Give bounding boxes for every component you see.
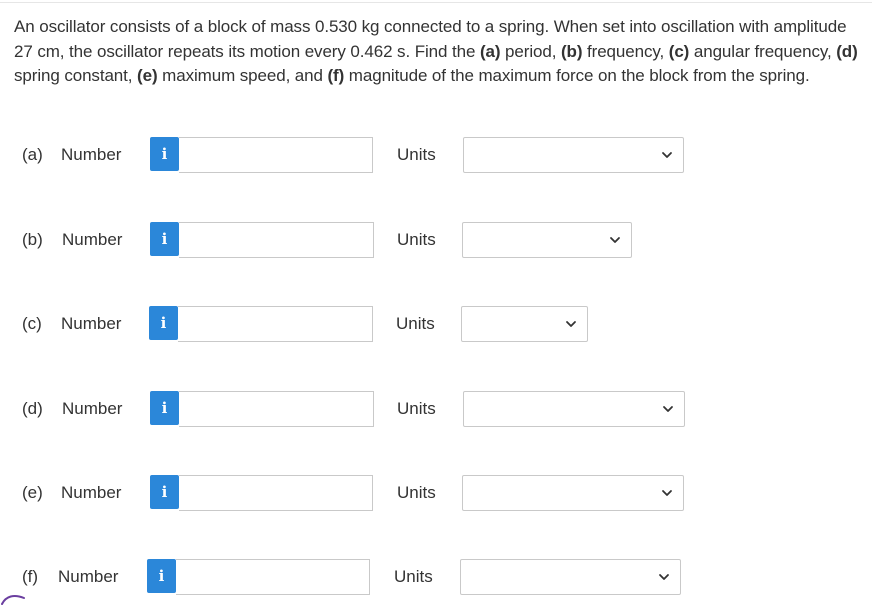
chevron-down-icon — [662, 490, 672, 496]
info-icon[interactable]: i — [150, 222, 179, 256]
number-label: Number — [61, 314, 122, 333]
question-text-segment: angular frequency, — [689, 41, 837, 61]
question-text-segment: spring constant, — [14, 66, 138, 85]
question-part-letter: (a) — [479, 41, 501, 61]
number-input[interactable] — [179, 137, 373, 173]
info-icon[interactable]: i — [150, 137, 179, 171]
chevron-down-icon — [610, 237, 620, 243]
chevron-down-icon — [662, 152, 672, 158]
number-label: Number — [62, 399, 123, 418]
info-icon[interactable]: i — [150, 391, 179, 425]
question-part-letter: (c) — [668, 41, 690, 61]
info-glyph: i — [161, 144, 168, 163]
info-icon[interactable]: i — [149, 306, 178, 340]
info-icon[interactable]: i — [150, 475, 179, 509]
units-label: Units — [397, 145, 436, 164]
answer-row-a: (a) Number i Units — [0, 135, 872, 173]
units-label: Units — [397, 230, 436, 249]
units-select[interactable] — [460, 559, 681, 595]
number-label: Number — [61, 145, 122, 164]
chevron-down-icon — [663, 406, 673, 412]
units-select[interactable] — [463, 137, 684, 173]
number-input[interactable] — [179, 391, 374, 427]
chevron-down-icon — [566, 321, 576, 327]
info-icon[interactable]: i — [147, 559, 176, 593]
question-part-letter: (e) — [137, 66, 158, 85]
units-label: Units — [394, 567, 433, 586]
number-input[interactable] — [176, 559, 370, 595]
number-input[interactable] — [179, 222, 374, 258]
units-select[interactable] — [463, 391, 685, 427]
number-label: Number — [62, 230, 123, 249]
answer-row-c: (c) Number i Units — [0, 304, 872, 342]
question-part-letter: (d) — [836, 41, 858, 61]
units-select[interactable] — [462, 475, 684, 511]
question-part-letter: (b) — [560, 41, 583, 61]
answer-row-b: (b) Number i Units — [0, 220, 872, 258]
number-label: Number — [61, 483, 122, 502]
answer-row-e: (e) Number i Units — [0, 473, 872, 511]
units-label: Units — [396, 314, 435, 333]
problem-page: An oscillator consists of a block of mas… — [0, 0, 872, 605]
part-letter: (c) — [22, 314, 42, 333]
number-input[interactable] — [179, 475, 373, 511]
answer-row-f: (f) Number i Units — [0, 557, 872, 595]
units-label: Units — [397, 399, 436, 418]
info-glyph: i — [161, 229, 168, 248]
part-letter: (e) — [22, 483, 43, 502]
units-select[interactable] — [462, 222, 632, 258]
question-part-letter: (f) — [327, 66, 345, 85]
number-input[interactable] — [178, 306, 373, 342]
units-select[interactable] — [461, 306, 588, 342]
annotation-mark — [1, 595, 25, 605]
part-letter: (d) — [22, 399, 43, 418]
part-letter: (b) — [22, 230, 43, 249]
info-glyph: i — [161, 398, 168, 417]
part-letter: (a) — [22, 145, 43, 164]
units-label: Units — [397, 483, 436, 502]
top-divider — [0, 2, 872, 3]
answer-row-d: (d) Number i Units — [0, 389, 872, 427]
number-label: Number — [58, 567, 119, 586]
question-text-segment: period, — [500, 41, 561, 61]
info-glyph: i — [158, 566, 165, 585]
info-glyph: i — [161, 482, 168, 501]
question-text: An oscillator consists of a block of mas… — [14, 15, 866, 89]
info-glyph: i — [160, 313, 167, 332]
question-text-segment: magnitude of the maximum force on the bl… — [344, 66, 810, 85]
chevron-down-icon — [659, 574, 669, 580]
part-letter: (f) — [22, 567, 39, 586]
question-text-segment: maximum speed, and — [157, 66, 328, 85]
question-text-segment: frequency, — [582, 41, 669, 61]
